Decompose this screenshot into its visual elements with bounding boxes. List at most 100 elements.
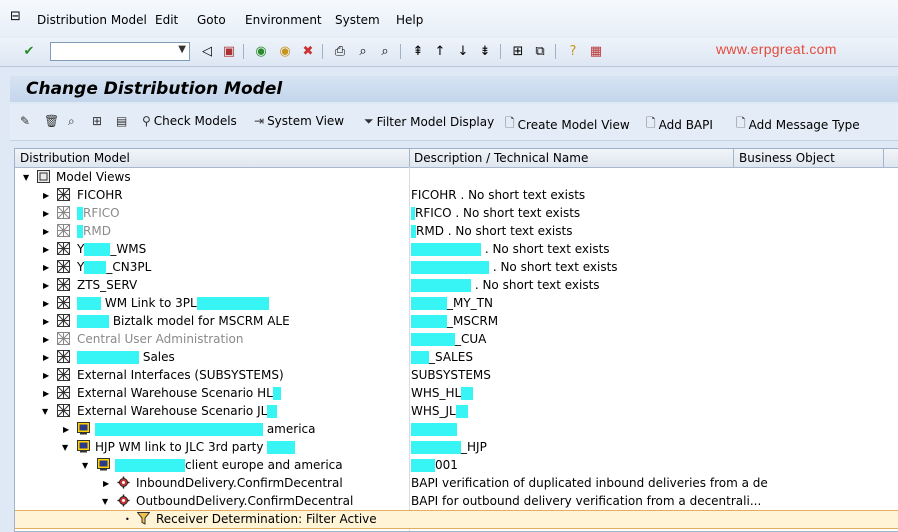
details-icon[interactable]: ▤: [116, 114, 127, 128]
expand-triangle-icon[interactable]: ▶: [43, 299, 49, 308]
collapse-triangle-icon[interactable]: ▼: [82, 461, 88, 470]
expand-triangle-icon[interactable]: ▶: [43, 353, 49, 362]
column-header-distribution-model[interactable]: Distribution Model: [20, 151, 130, 165]
tree-item-description: WHS_JL: [411, 402, 468, 422]
menu-goto[interactable]: Goto: [197, 13, 226, 27]
tree-item-label-text: External Warehouse Scenario HL: [77, 386, 273, 400]
create-model-view-button[interactable]: 🗋 Create Model View: [505, 114, 630, 135]
expand-triangle-icon[interactable]: ▶: [43, 245, 49, 254]
tree-row[interactable]: ▶ Central User Administration _CUA: [15, 330, 898, 348]
layout-menu-icon[interactable]: ▦: [587, 42, 605, 60]
chevron-down-icon[interactable]: ▼: [178, 44, 186, 55]
tree-row[interactable]: ▶ RMD RMD . No short text exists: [15, 222, 898, 240]
menu-system[interactable]: System: [335, 13, 380, 27]
expand-triangle-icon[interactable]: ▶: [43, 227, 49, 236]
tree-row[interactable]: ▶ External Warehouse Scenario HL WHS_HL: [15, 384, 898, 402]
edit-pencil-icon[interactable]: ✎: [20, 114, 30, 128]
enter-icon[interactable]: ✔: [20, 42, 38, 60]
tree-row[interactable]: ▼ External Warehouse Scenario JL WHS_JL: [15, 402, 898, 420]
tree-item-description: _SALES: [411, 348, 473, 368]
filter-model-display-button[interactable]: ⏷ Filter Model Display: [364, 114, 494, 129]
tree-row[interactable]: ▶ Sales _SALES: [15, 348, 898, 366]
collapse-triangle-icon[interactable]: ▼: [62, 443, 68, 452]
tree-row[interactable]: ▶ FICOHR FICOHR . No short text exists: [15, 186, 898, 204]
expand-triangle-icon[interactable]: ▶: [43, 191, 49, 200]
add-bapi-button[interactable]: 🗋 Add BAPI: [646, 114, 713, 135]
back-icon[interactable]: ◉: [252, 42, 270, 60]
cancel-icon[interactable]: ✖: [299, 42, 317, 60]
find-next-icon[interactable]: ⌕: [376, 42, 394, 60]
tree-item-description: SUBSYSTEMS: [411, 368, 491, 382]
system-menu-icon[interactable]: ⊟: [10, 9, 21, 24]
page-title: Change Distribution Model: [26, 79, 283, 99]
redaction-mark: [411, 243, 481, 256]
tree-row[interactable]: ▼ Model Views: [15, 168, 898, 186]
tree-row[interactable]: ▶ Y _CN3PL . No short text exists: [15, 258, 898, 276]
exit-icon[interactable]: ◉: [276, 42, 294, 60]
menu-help[interactable]: Help: [396, 13, 423, 27]
tree-row[interactable]: ▶ WM Link to 3PL _MY_TN: [15, 294, 898, 312]
system-view-button[interactable]: ⇥ System View: [254, 114, 344, 128]
expand-triangle-icon[interactable]: ▶: [43, 389, 49, 398]
back-arrow-icon[interactable]: ◁: [198, 42, 216, 60]
expand-icon[interactable]: ⊞: [92, 114, 102, 128]
previous-page-icon[interactable]: ↑: [431, 42, 449, 60]
expand-triangle-icon[interactable]: ▶: [43, 209, 49, 218]
column-separator[interactable]: [409, 149, 410, 167]
tree-item-label: america: [95, 422, 315, 436]
tree-item-description: . No short text exists: [411, 258, 618, 278]
menu-environment[interactable]: Environment: [245, 13, 322, 27]
expand-triangle-icon[interactable]: ▶: [43, 371, 49, 380]
tree-row[interactable]: ▼ HJP WM link to JLC 3rd party _HJP: [15, 438, 898, 456]
add-message-type-button[interactable]: 🗋 Add Message Type: [736, 114, 860, 135]
collapse-triangle-icon[interactable]: ▼: [102, 497, 108, 506]
tree-row[interactable]: ▼ client europe and america 001: [15, 456, 898, 474]
redaction-mark: [196, 297, 269, 310]
tree-check-icon: ⚲: [142, 114, 151, 128]
first-page-icon[interactable]: ⇞: [409, 42, 427, 60]
help-icon[interactable]: ?: [564, 42, 582, 60]
tree-row[interactable]: ▶ ZTS_SERV . No short text exists: [15, 276, 898, 294]
find-icon[interactable]: ⌕: [354, 42, 372, 60]
collapse-triangle-icon[interactable]: ▼: [42, 407, 48, 416]
column-header-description[interactable]: Description / Technical Name: [414, 151, 588, 165]
tree-row[interactable]: ▶ RFICO RFICO . No short text exists: [15, 204, 898, 222]
shortcut-icon[interactable]: ⧉: [531, 42, 549, 60]
command-field[interactable]: ▼: [50, 42, 190, 61]
tree-row[interactable]: ▶ InboundDelivery.ConfirmDecentral BAPI …: [15, 474, 898, 492]
menu-edit[interactable]: Edit: [155, 13, 178, 27]
distribution-model-tree[interactable]: Distribution Model Description / Technic…: [14, 148, 898, 532]
tree-item-label: External Interfaces (SUBSYSTEMS): [77, 368, 284, 382]
tree-item-description: . No short text exists: [411, 240, 610, 260]
tree-row[interactable]: ▶ america: [15, 420, 898, 438]
expand-triangle-icon[interactable]: ▶: [43, 281, 49, 290]
column-header-business-object[interactable]: Business Object: [739, 151, 835, 165]
delete-icon[interactable]: 🗑: [44, 114, 59, 128]
collapse-triangle-icon[interactable]: ▼: [23, 173, 29, 182]
expand-triangle-icon[interactable]: ▶: [43, 335, 49, 344]
redaction-mark: [267, 405, 278, 418]
tree-row-selected[interactable]: • Receiver Determination: Filter Active: [15, 510, 898, 529]
expand-triangle-icon[interactable]: ▶: [63, 425, 69, 434]
save-icon[interactable]: ▣: [220, 42, 238, 60]
expand-triangle-icon[interactable]: ▶: [43, 263, 49, 272]
expand-triangle-icon[interactable]: ▶: [103, 479, 109, 488]
last-page-icon[interactable]: ⇟: [476, 42, 494, 60]
tree-item-label-text: _WMS: [110, 242, 147, 256]
search-icon[interactable]: ⌕: [68, 114, 75, 129]
check-models-button[interactable]: ⚲ Check Models: [142, 114, 237, 128]
print-icon[interactable]: ⎙: [331, 42, 349, 60]
create-session-icon[interactable]: ⊞: [509, 42, 527, 60]
expand-triangle-icon[interactable]: ▶: [43, 317, 49, 326]
column-separator[interactable]: [883, 149, 884, 167]
tree-row[interactable]: ▶ Biztalk model for MSCRM ALE _MSCRM: [15, 312, 898, 330]
tree-row[interactable]: ▶ Y _WMS . No short text exists: [15, 240, 898, 258]
tree-item-description: WHS_HL: [411, 384, 474, 404]
column-separator[interactable]: [733, 149, 734, 167]
next-page-icon[interactable]: ↓: [454, 42, 472, 60]
tree-row[interactable]: ▼ OutboundDelivery.ConfirmDecentral BAPI…: [15, 492, 898, 510]
tree-item-label: HJP WM link to JLC 3rd party: [95, 440, 296, 454]
tree-row[interactable]: ▶ External Interfaces (SUBSYSTEMS) SUBSY…: [15, 366, 898, 384]
redaction-mark: [411, 459, 435, 472]
menu-distribution-model[interactable]: Distribution Model: [37, 13, 147, 27]
